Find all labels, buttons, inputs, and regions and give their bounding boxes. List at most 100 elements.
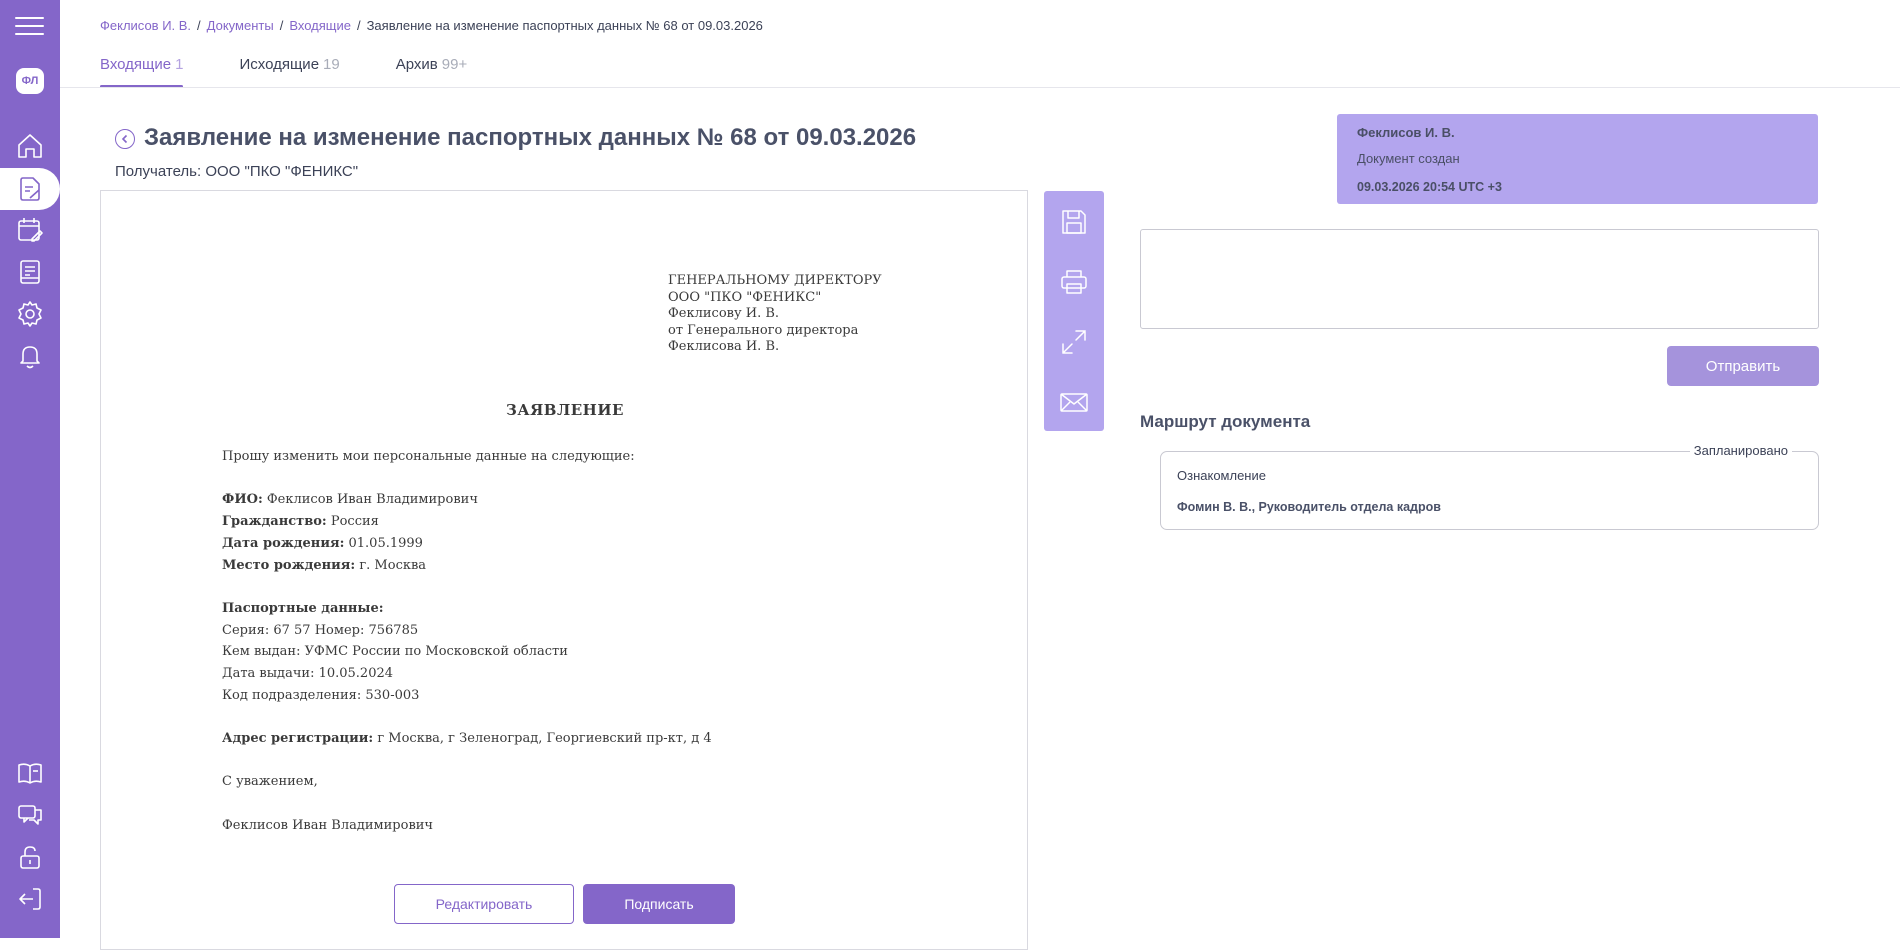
chevron-left-icon	[121, 134, 128, 144]
breadcrumb-user[interactable]: Феклисов И. В.	[100, 18, 191, 33]
breadcrumb-documents[interactable]: Документы	[207, 18, 274, 33]
breadcrumb-separator: /	[356, 18, 361, 33]
report-icon	[20, 260, 40, 284]
save-button[interactable]	[1044, 197, 1104, 247]
field-value: г Москва, г Зеленоград, Георгиевский пр-…	[373, 731, 712, 747]
route-title: Маршрут документа	[1140, 412, 1311, 431]
breadcrumb-separator: /	[197, 18, 201, 33]
route-step-card: Запланировано Ознакомление Фомин В. В., …	[1160, 443, 1819, 530]
breadcrumb: Феклисов И. В. / Документы / Входящие / Заявле…	[100, 18, 763, 33]
addressee-line: Феклисову И. В.	[668, 306, 780, 321]
tab-archive[interactable]: Архив 99+	[396, 56, 467, 88]
expand-button[interactable]	[1044, 317, 1104, 367]
addressee-line: Феклисова И. В.	[668, 339, 780, 354]
document-actions: Редактировать Подписать	[394, 884, 735, 924]
breadcrumb-incoming[interactable]: Входящие	[289, 18, 351, 33]
sidebar-item-documents[interactable]	[0, 168, 60, 210]
recipient: Получатель: ООО "ПКО "ФЕНИКС"	[115, 163, 359, 180]
route-step-type: Ознакомление	[1177, 468, 1266, 483]
field-label: Место рождения:	[222, 557, 356, 573]
documents-icon	[20, 177, 40, 201]
sidebar: ФЛ	[0, 0, 60, 938]
back-button[interactable]	[115, 129, 135, 149]
field-address: Адрес регистрации: г Москва, г Зеленогра…	[222, 728, 712, 750]
passport-issued-by: Кем выдан: УФМС России по Московской обл…	[222, 644, 568, 660]
passport-series: Серия: 67 57 Номер: 756785	[222, 622, 419, 638]
document-body: Прошу изменить мои персональные данные н…	[222, 446, 712, 837]
field-birthplace: Место рождения: г. Москва	[222, 555, 712, 577]
field-citizenship: Гражданство: Россия	[222, 511, 712, 533]
document-intro: Прошу изменить мои персональные данные н…	[222, 449, 635, 464]
unlock-icon	[20, 846, 40, 869]
home-icon	[18, 134, 42, 158]
sidebar-item-calendar[interactable]	[0, 210, 60, 250]
field-label: Гражданство:	[222, 514, 327, 530]
menu-icon[interactable]	[15, 17, 44, 35]
tab-count: 99+	[441, 56, 468, 73]
field-fio: ФИО: Феклисов Иван Владимирович	[222, 489, 712, 511]
document-signature: Феклисов Иван Владимирович	[222, 817, 434, 833]
document-addressee: ГЕНЕРАЛЬНОМУ ДИРЕКТОРУ ООО "ПКО "ФЕНИКС"…	[668, 273, 882, 356]
page-title: Заявление на изменение паспортных данных…	[144, 124, 917, 151]
sidebar-item-support[interactable]	[0, 795, 60, 835]
history-event-card: Феклисов И. В. Документ создан 09.03.202…	[1337, 114, 1818, 204]
passport-issue-date: Дата выдачи: 10.05.2024	[222, 666, 394, 681]
field-birthdate: Дата рождения: 01.05.1999	[222, 533, 712, 555]
field-value: 01.05.1999	[344, 535, 423, 551]
document-preview: ГЕНЕРАЛЬНОМУ ДИРЕКТОРУ ООО "ПКО "ФЕНИКС"…	[100, 190, 1028, 950]
event-text: Документ создан	[1357, 151, 1460, 166]
tab-outgoing[interactable]: Исходящие 19	[239, 56, 339, 88]
route-step-person: Фомин В. В., Руководитель отдела кадров	[1177, 500, 1441, 514]
save-icon	[1062, 210, 1086, 234]
expand-icon	[1062, 330, 1086, 354]
addressee-line: ГЕНЕРАЛЬНОМУ ДИРЕКТОРУ	[668, 273, 882, 288]
field-label: ФИО:	[222, 492, 263, 508]
print-icon	[1061, 270, 1087, 294]
chat-icon	[18, 805, 42, 825]
field-value: г. Москва	[355, 557, 427, 573]
passport-label: Паспортные данные:	[222, 600, 384, 616]
header-divider	[60, 87, 1900, 88]
event-author: Феклисов И. В.	[1357, 125, 1455, 140]
edit-button[interactable]: Редактировать	[394, 884, 574, 924]
mail-button[interactable]	[1044, 377, 1104, 427]
document-heading: ЗАЯВЛЕНИЕ	[506, 401, 624, 419]
addressee-line: ООО "ПКО "ФЕНИКС"	[668, 289, 822, 305]
book-icon	[18, 763, 42, 784]
field-value: Феклисов Иван Владимирович	[262, 492, 478, 508]
sidebar-item-security[interactable]	[0, 837, 60, 877]
addressee-line: от Генерального директора	[668, 322, 859, 338]
sidebar-item-logout[interactable]	[0, 879, 60, 919]
field-label: Адрес регистрации:	[222, 731, 374, 747]
bell-icon	[20, 346, 40, 369]
mail-icon	[1060, 393, 1088, 412]
field-value: Россия	[326, 514, 379, 530]
sidebar-item-help[interactable]	[0, 753, 60, 793]
passport-division: Код подразделения: 530-003	[222, 687, 420, 703]
sidebar-item-notifications[interactable]	[0, 336, 60, 376]
event-time: 09.03.2026 20:54 UTC +3	[1357, 180, 1502, 194]
comment-input[interactable]	[1140, 229, 1819, 329]
tab-count: 1	[175, 56, 184, 73]
send-button[interactable]: Отправить	[1667, 346, 1819, 386]
route-status: Запланировано	[1689, 443, 1792, 458]
gear-icon	[18, 301, 42, 327]
sidebar-item-home[interactable]	[0, 126, 60, 166]
sidebar-item-settings[interactable]	[0, 294, 60, 334]
tabs: Входящие 1 Исходящие 19 Архив 99+	[100, 56, 523, 88]
field-label: Дата рождения:	[222, 535, 345, 551]
print-button[interactable]	[1044, 257, 1104, 307]
breadcrumb-separator: /	[279, 18, 284, 33]
avatar[interactable]: ФЛ	[16, 68, 44, 94]
calendar-edit-icon	[18, 218, 43, 242]
sidebar-item-reports[interactable]	[0, 252, 60, 292]
breadcrumb-current: Заявление на изменение паспортных данных…	[366, 18, 763, 33]
tab-count: 19	[323, 56, 340, 73]
tab-incoming[interactable]: Входящие 1	[100, 56, 184, 88]
tab-label: Исходящие	[239, 56, 320, 73]
logout-icon	[19, 888, 41, 910]
document-toolbar	[1044, 191, 1104, 431]
sign-button[interactable]: Подписать	[583, 884, 735, 924]
document-closing: С уважением,	[222, 774, 318, 790]
tab-label: Архив	[395, 56, 438, 73]
